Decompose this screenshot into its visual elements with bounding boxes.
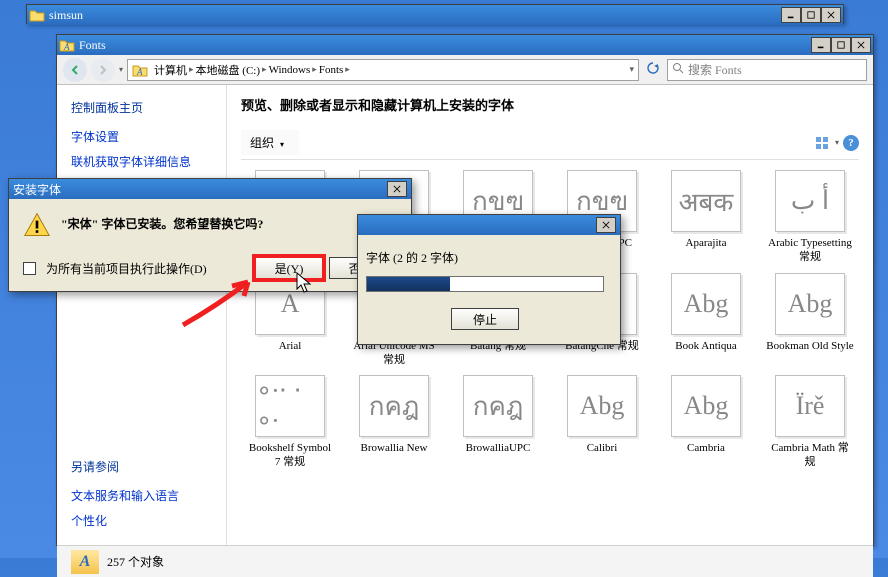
font-item[interactable]: Ïrě Cambria Math 常规: [761, 375, 859, 470]
nav-history-button[interactable]: ▾: [119, 65, 123, 74]
minimize-button[interactable]: [781, 7, 801, 23]
svg-text:A: A: [136, 67, 143, 77]
breadcrumb-dropdown[interactable]: ▾: [629, 64, 634, 75]
font-thumbnail: أ ب: [775, 170, 845, 232]
font-thumbnail: Abg: [671, 375, 741, 437]
svg-text:A: A: [63, 42, 70, 52]
navigation-bar: ▾ A 计算机 ▸ 本地磁盘 (C:) ▸ Windows ▸ Fonts ▸ …: [57, 55, 873, 85]
chevron-right-icon: ▸: [345, 64, 350, 75]
close-button[interactable]: [387, 181, 407, 197]
nav-back-button[interactable]: [63, 58, 87, 82]
install-font-dialog: 安装字体 "宋体" 字体已安装。您希望替换它吗? 为所有当前项目执行此操作(D)…: [8, 178, 412, 292]
progress-status: 字体 (2 的 2 字体): [366, 249, 604, 266]
font-label: Arabic Typesetting 常规: [766, 236, 854, 265]
install-progress-dialog: 字体 (2 的 2 字体) 停止: [357, 214, 621, 345]
font-label: Bookman Old Style: [766, 339, 853, 353]
search-icon: [672, 62, 684, 78]
close-button[interactable]: [851, 37, 871, 53]
dialog-message: "宋体" 字体已安装。您希望替换它吗?: [61, 211, 263, 232]
warning-icon: [23, 211, 51, 239]
search-placeholder: 搜索 Fonts: [688, 61, 742, 78]
sidebar-link-online-fonts[interactable]: 联机获取字体详细信息: [71, 153, 212, 172]
toolbar: 组织 ▾ ?: [241, 126, 859, 160]
breadcrumb-segment[interactable]: 计算机: [154, 62, 187, 78]
font-thumbnail: Abg: [775, 273, 845, 335]
status-bar: A 257 个对象: [57, 545, 873, 577]
sidebar-heading[interactable]: 控制面板主页: [71, 99, 212, 116]
breadcrumb-segment[interactable]: 本地磁盘 (C:): [196, 62, 260, 78]
background-window: simsun: [26, 4, 844, 24]
font-item[interactable]: Abg Book Antiqua: [657, 273, 755, 368]
refresh-button[interactable]: [643, 62, 663, 78]
font-thumbnail: ∘∙⋅ ⋅ ∘∙: [255, 375, 325, 437]
sidebar: 控制面板主页 字体设置 联机获取字体详细信息 调整 ClearType 文本 另…: [57, 85, 227, 545]
window-title: simsun: [49, 8, 781, 23]
font-label: Aparajita: [686, 236, 727, 250]
font-label: Cambria: [687, 441, 725, 455]
sidebar-link-font-settings[interactable]: 字体设置: [71, 128, 212, 147]
font-item[interactable]: กคฎ Browallia New: [345, 375, 443, 470]
sidebar-link-text-services[interactable]: 文本服务和输入语言: [71, 487, 212, 506]
font-label: Book Antiqua: [675, 339, 736, 353]
maximize-button[interactable]: [831, 37, 851, 53]
view-dropdown[interactable]: ▾: [835, 138, 839, 147]
help-icon[interactable]: ?: [843, 135, 859, 151]
window-title: Fonts: [79, 38, 811, 53]
minimize-button[interactable]: [811, 37, 831, 53]
titlebar: simsun: [27, 5, 843, 25]
fonts-icon: A: [71, 550, 99, 574]
font-thumbnail: Ïrě: [775, 375, 845, 437]
font-item[interactable]: กคฎ BrowalliaUPC: [449, 375, 547, 470]
maximize-button[interactable]: [801, 7, 821, 23]
apply-all-checkbox[interactable]: [23, 262, 36, 275]
status-count: 257 个对象: [107, 553, 164, 570]
font-thumbnail: กคฎ: [359, 375, 429, 437]
view-mode-button[interactable]: [813, 134, 831, 152]
nav-forward-button[interactable]: [91, 58, 115, 82]
font-item[interactable]: ∘∙⋅ ⋅ ∘∙ Bookshelf Symbol 7 常规: [241, 375, 339, 470]
folder-icon: [29, 7, 45, 23]
breadcrumb-segment[interactable]: Fonts: [319, 64, 343, 76]
titlebar: A Fonts: [57, 35, 873, 55]
cursor-icon: [296, 272, 314, 294]
font-item[interactable]: अबक Aparajita: [657, 170, 755, 265]
chevron-right-icon: ▸: [312, 64, 317, 75]
page-title: 预览、删除或者显示和隐藏计算机上安装的字体: [241, 95, 859, 114]
fonts-folder-icon: A: [59, 37, 75, 53]
font-label: Calibri: [587, 441, 618, 455]
font-label: BrowalliaUPC: [466, 441, 531, 455]
search-input[interactable]: 搜索 Fonts: [667, 59, 867, 81]
dialog-title: 安装字体: [13, 181, 387, 198]
close-button[interactable]: [596, 217, 616, 233]
font-item[interactable]: Abg Bookman Old Style: [761, 273, 859, 368]
stop-button[interactable]: 停止: [451, 308, 519, 330]
organize-button[interactable]: 组织: [241, 130, 299, 155]
font-thumbnail: Abg: [671, 273, 741, 335]
sidebar-link-personalization[interactable]: 个性化: [71, 512, 212, 531]
font-label: Cambria Math 常规: [766, 441, 854, 470]
font-item[interactable]: Abg Cambria: [657, 375, 755, 470]
font-item[interactable]: أ ب Arabic Typesetting 常规: [761, 170, 859, 265]
apply-all-label: 为所有当前项目执行此操作(D): [46, 260, 249, 277]
font-label: Bookshelf Symbol 7 常规: [246, 441, 334, 470]
font-thumbnail: अबक: [671, 170, 741, 232]
progress-bar: [366, 276, 604, 292]
close-button[interactable]: [821, 7, 841, 23]
font-item[interactable]: Abg Calibri: [553, 375, 651, 470]
font-label: Arial: [279, 339, 302, 353]
dialog-titlebar: 安装字体: [9, 179, 411, 199]
breadcrumb[interactable]: A 计算机 ▸ 本地磁盘 (C:) ▸ Windows ▸ Fonts ▸ ▾: [127, 59, 639, 81]
font-label: Browallia New: [361, 441, 428, 455]
breadcrumb-segment[interactable]: Windows: [269, 64, 311, 76]
font-thumbnail: กคฎ: [463, 375, 533, 437]
dialog-titlebar: [358, 215, 620, 235]
fonts-folder-icon: A: [132, 62, 148, 78]
font-thumbnail: Abg: [567, 375, 637, 437]
chevron-right-icon: ▸: [189, 64, 194, 75]
sidebar-heading-also: 另请参阅: [71, 458, 212, 475]
chevron-right-icon: ▸: [262, 64, 267, 75]
